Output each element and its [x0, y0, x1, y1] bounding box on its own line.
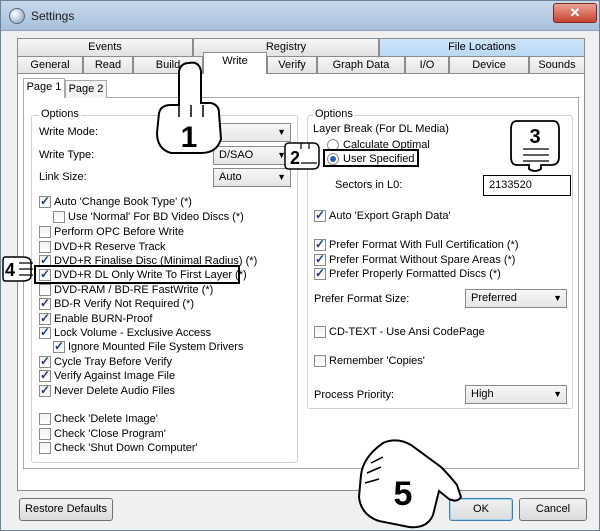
left-option-checkbox[interactable] [39, 311, 51, 325]
left-option-label: Perform OPC Before Write [54, 226, 184, 238]
tab-device[interactable]: Device [449, 56, 529, 74]
layer-break-label: Layer Break (For DL Media) [313, 123, 449, 135]
prefer-format-size-label: Prefer Format Size: [314, 293, 410, 305]
remember-copies-checkbox[interactable] [314, 355, 326, 367]
right-options-title: Options [313, 108, 355, 120]
left-option-label: Ignore Mounted File System Drivers [68, 341, 244, 353]
process-priority-select[interactable]: High ▼ [465, 385, 567, 404]
left-option-checkbox[interactable] [39, 383, 51, 397]
prefer-no-spare-checkbox[interactable] [314, 252, 326, 266]
cdtext-checkbox[interactable] [314, 326, 326, 338]
title-bar: Settings ✕ [1, 1, 599, 31]
prefer-format-size-select[interactable]: Preferred ▼ [465, 289, 567, 308]
left-option-checkbox[interactable] [39, 368, 51, 382]
tab-sounds[interactable]: Sounds [529, 56, 585, 74]
left-option-label: Lock Volume - Exclusive Access [54, 327, 212, 339]
auto-export-checkbox[interactable] [314, 208, 326, 222]
left-option-label: Use 'Normal' For BD Video Discs (*) [68, 211, 244, 223]
left-option-label: Check 'Delete Image' [54, 413, 158, 425]
left-option-checkbox[interactable] [39, 284, 51, 296]
close-button[interactable]: ✕ [553, 3, 597, 23]
hand-annotation-5: 5 [357, 439, 463, 529]
left-option-checkbox[interactable] [39, 241, 51, 253]
auto-export-label: Auto 'Export Graph Data' [329, 210, 451, 222]
tab-events[interactable]: Events [17, 38, 193, 56]
chevron-down-icon: ▼ [277, 172, 286, 182]
hand-annotation-3: 3 [510, 120, 560, 172]
highlight-dvd-dl-first-layer [34, 265, 240, 284]
left-option-checkbox[interactable] [39, 194, 51, 208]
annotation-number-4: 4 [5, 260, 15, 280]
window-title: Settings [31, 9, 75, 23]
left-option-label: Enable BURN-Proof [54, 313, 153, 325]
tab-general[interactable]: General [17, 56, 83, 74]
left-option-checkbox[interactable] [39, 442, 51, 454]
annotation-number-1: 1 [181, 121, 198, 154]
left-option-checkbox[interactable] [39, 325, 51, 339]
link-size-select[interactable]: Auto ▼ [213, 168, 291, 187]
left-option-label: BD-R Verify Not Required (*) [54, 298, 194, 310]
annotation-number-2: 2 [290, 148, 300, 168]
left-option-checkbox[interactable] [39, 226, 51, 238]
left-option-label: Cycle Tray Before Verify [54, 356, 172, 368]
left-option-checkbox[interactable] [53, 339, 65, 353]
prefer-full-cert-label: Prefer Format With Full Certification (*… [329, 239, 519, 251]
annotation-number-5: 5 [394, 475, 413, 513]
subtab-page-1[interactable]: Page 1 [23, 78, 65, 98]
hand-annotation-4: 4 [2, 256, 33, 282]
annotation-number-3: 3 [529, 126, 540, 148]
left-option-checkbox[interactable] [39, 354, 51, 368]
restore-defaults-button[interactable]: Restore Defaults [19, 498, 113, 521]
tab-read[interactable]: Read [83, 56, 133, 74]
tab-graph-data[interactable]: Graph Data [317, 56, 405, 74]
prefer-proper-label: Prefer Properly Formatted Discs (*) [329, 268, 501, 280]
cancel-button[interactable]: Cancel [519, 498, 587, 521]
left-option-checkbox[interactable] [53, 211, 65, 223]
left-option-checkbox[interactable] [39, 296, 51, 310]
prefer-no-spare-label: Prefer Format Without Spare Areas (*) [329, 254, 516, 266]
subtab-page-2[interactable]: Page 2 [65, 80, 107, 98]
left-option-checkbox[interactable] [39, 428, 51, 440]
left-option-label: DVD-RAM / BD-RE FastWrite (*) [54, 284, 214, 296]
remember-copies-label: Remember 'Copies' [329, 355, 425, 367]
hand-annotation-2: 2 [284, 142, 320, 170]
prefer-proper-checkbox[interactable] [314, 266, 326, 280]
prefer-format-size-value: Preferred [471, 292, 517, 304]
highlight-user-specified [323, 149, 419, 167]
prefer-full-cert-checkbox[interactable] [314, 237, 326, 251]
left-option-label: Check 'Close Program' [54, 428, 166, 440]
process-priority-value: High [471, 388, 494, 400]
left-option-checkbox[interactable] [39, 413, 51, 425]
left-option-label: Verify Against Image File [54, 370, 176, 382]
app-disc-icon [9, 8, 25, 24]
left-options-title: Options [39, 108, 81, 120]
chevron-down-icon: ▼ [553, 293, 562, 303]
tab-verify[interactable]: Verify [267, 56, 317, 74]
left-option-label: DVD+R Reserve Track [54, 241, 166, 253]
tab-io[interactable]: I/O [405, 56, 449, 74]
left-option-label: Check 'Shut Down Computer' [54, 442, 198, 454]
left-option-label: Auto 'Change Book Type' (*) [54, 196, 192, 208]
cdtext-label: CD-TEXT - Use Ansi CodePage [329, 326, 485, 338]
write-type-label: Write Type: [39, 149, 95, 161]
hand-annotation-1: 1 [155, 61, 223, 154]
link-size-value: Auto [219, 171, 242, 183]
settings-window: Settings ✕ Events Registry File Location… [0, 0, 600, 531]
tab-file-locations[interactable]: File Locations [379, 38, 585, 56]
left-option-label: Never Delete Audio Files [54, 385, 176, 397]
sectors-input[interactable]: 2133520 [483, 175, 571, 196]
write-mode-label: Write Mode: [39, 126, 99, 138]
link-size-label: Link Size: [39, 171, 87, 183]
chevron-down-icon: ▼ [553, 389, 562, 399]
sectors-label: Sectors in L0: [335, 179, 403, 191]
process-priority-label: Process Priority: [314, 389, 395, 401]
